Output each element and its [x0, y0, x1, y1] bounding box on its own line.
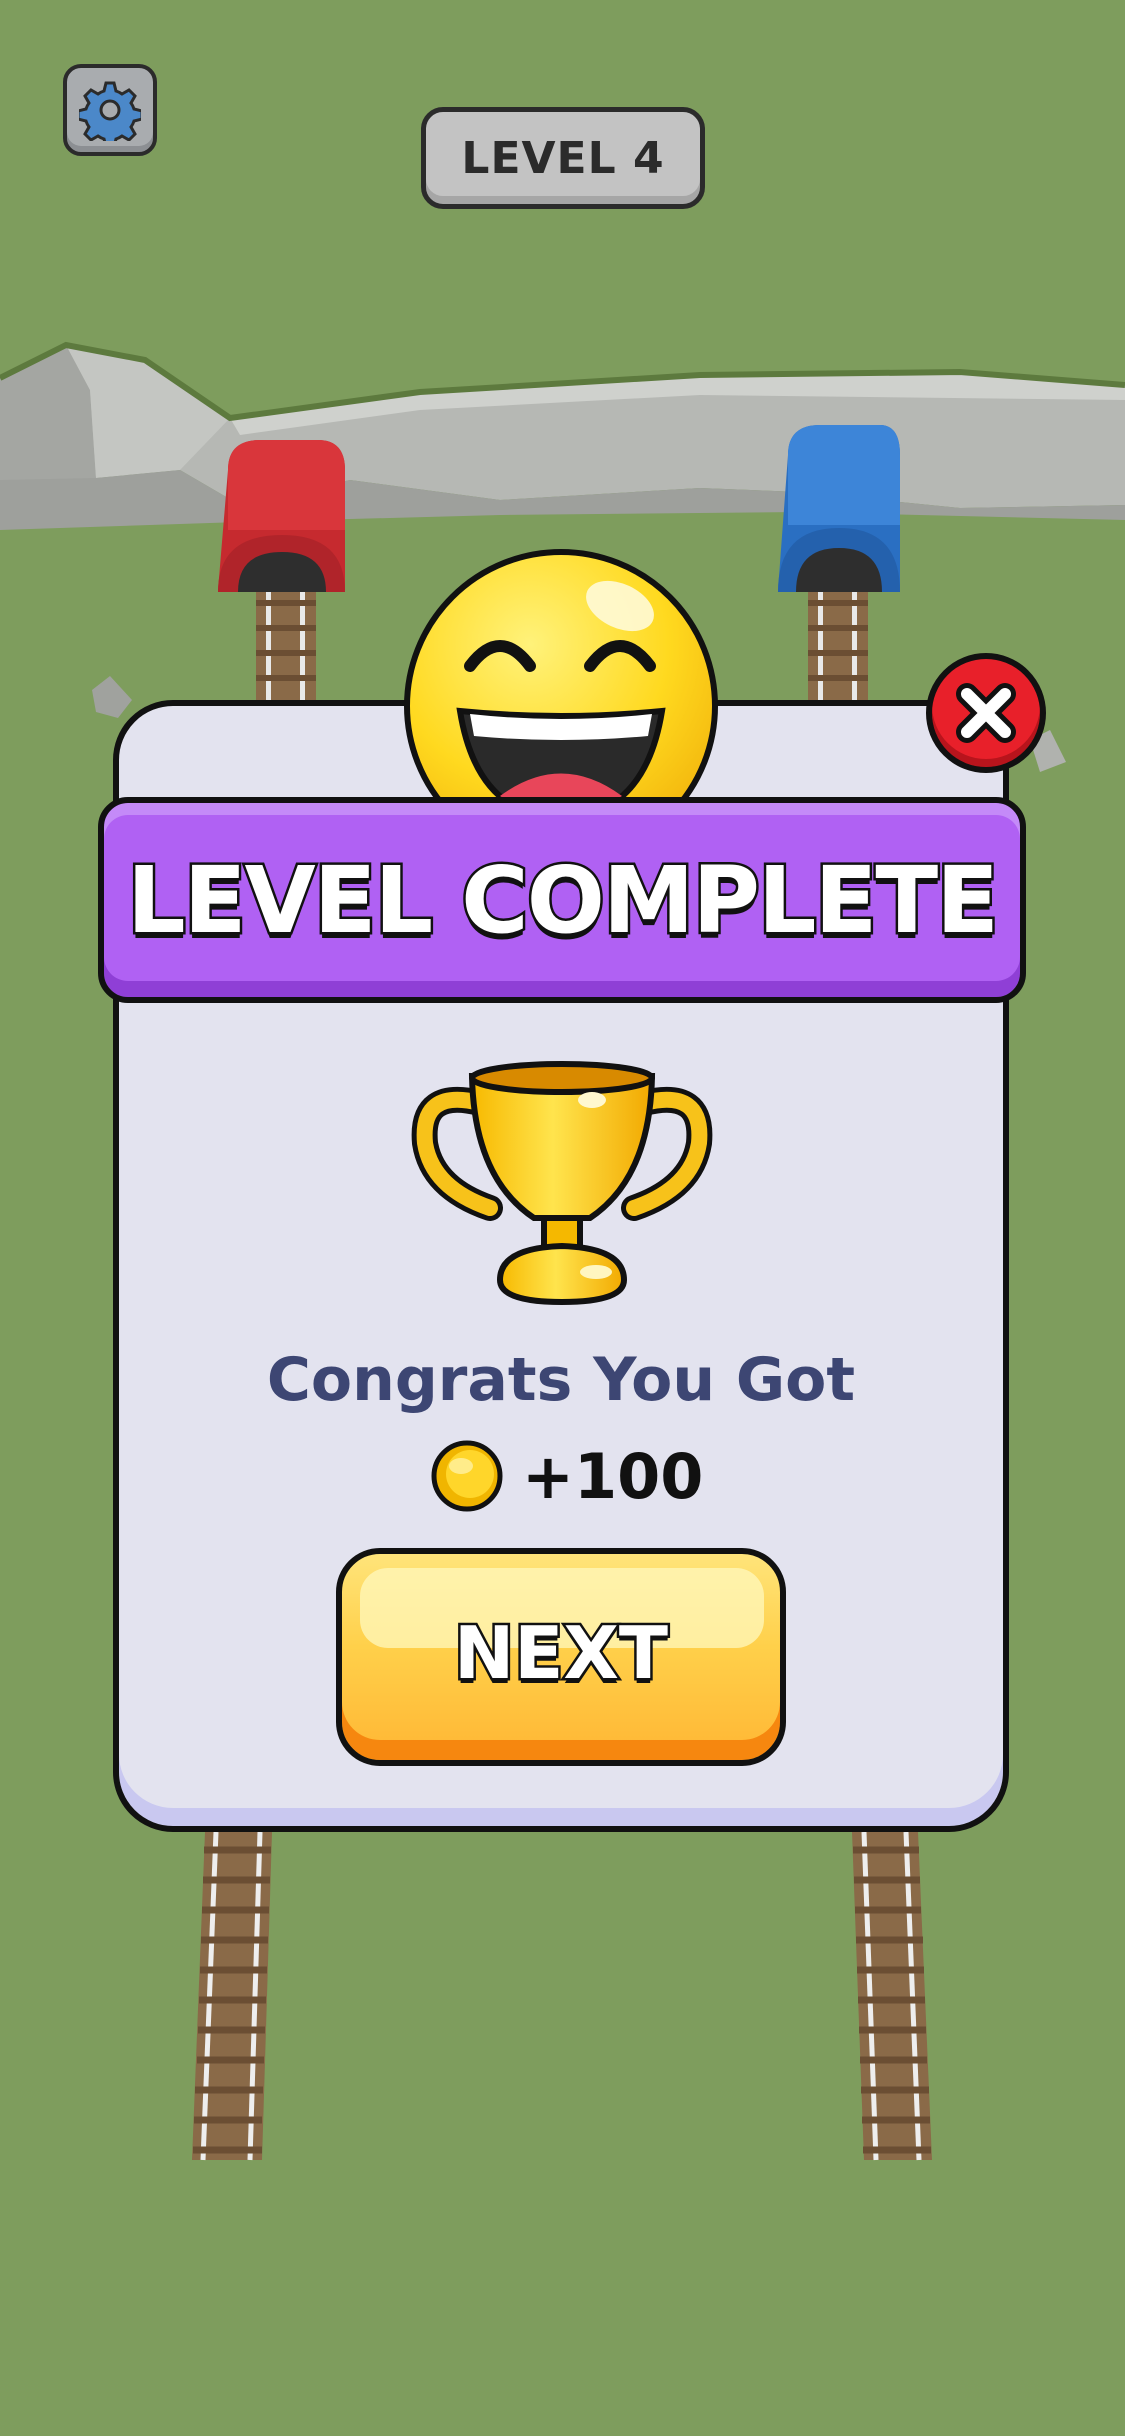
close-button[interactable]: [926, 653, 1046, 773]
level-indicator: LEVEL 4: [421, 107, 705, 209]
trophy-icon: [411, 1061, 713, 1306]
congrats-message: Congrats You Got: [266, 1345, 856, 1415]
close-icon: [956, 683, 1016, 743]
next-button[interactable]: NEXT: [336, 1548, 786, 1766]
level-complete-title: LEVEL COMPLETE: [125, 844, 1002, 956]
lower-right-track: [852, 1831, 932, 2161]
reward-amount: +100: [522, 1439, 704, 1513]
level-label: LEVEL 4: [461, 132, 665, 184]
reward-row: +100: [430, 1436, 703, 1516]
coin-icon: [431, 1440, 503, 1512]
small-rock: [92, 676, 132, 718]
blue-tunnel: [778, 425, 900, 592]
lower-left-track: [192, 1831, 272, 2161]
rock-ridge: [0, 341, 1125, 530]
gear-icon: [79, 81, 141, 141]
next-button-label: NEXT: [451, 1609, 670, 1698]
title-banner: LEVEL COMPLETE: [98, 797, 1026, 1003]
settings-button[interactable]: [63, 64, 157, 156]
red-tunnel: [218, 440, 345, 592]
